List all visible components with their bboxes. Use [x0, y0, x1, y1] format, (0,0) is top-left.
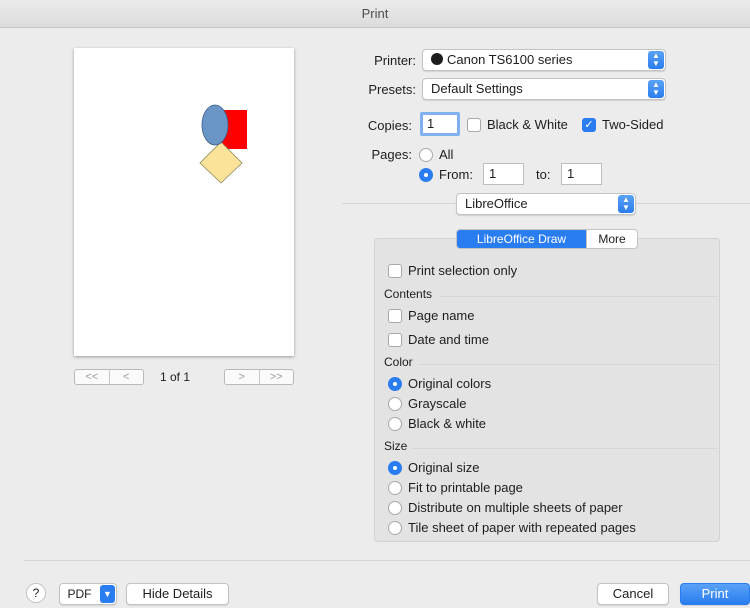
pager-back-group[interactable]: << < — [74, 369, 144, 385]
color-option-black-white[interactable]: Black & white — [388, 416, 486, 431]
pdf-menu-button[interactable]: PDF ▼ — [59, 583, 117, 605]
blue-ellipse-shape — [201, 104, 229, 146]
color-option-original[interactable]: Original colors — [388, 376, 491, 391]
pdf-button-label: PDF — [67, 587, 92, 601]
presets-popup[interactable]: Default Settings ▲ ▼ — [422, 78, 666, 100]
color-grayscale-radio[interactable] — [388, 396, 402, 411]
black-white-label: Black & White — [487, 117, 568, 132]
cancel-button[interactable]: Cancel — [597, 583, 669, 605]
contents-divider — [440, 296, 718, 297]
size-tile-label: Tile sheet of paper with repeated pages — [408, 520, 636, 535]
presets-value: Default Settings — [431, 81, 523, 96]
first-page-button[interactable]: << — [75, 370, 109, 384]
print-button[interactable]: Print — [680, 583, 750, 605]
pager-forward-group[interactable]: > >> — [224, 369, 294, 385]
pages-to-label: to: — [536, 167, 551, 182]
pages-label: Pages: — [371, 147, 412, 162]
size-header: Size — [384, 439, 408, 453]
size-distribute-radio[interactable] — [388, 500, 402, 515]
two-sided-checkbox[interactable]: ✓ — [582, 117, 596, 132]
pages-all-label: All — [439, 147, 454, 162]
size-option-original[interactable]: Original size — [388, 460, 480, 475]
app-options-popup[interactable]: LibreOffice ▲ ▼ — [456, 193, 636, 215]
copies-input[interactable]: 1 — [420, 112, 460, 136]
color-header: Color — [384, 355, 413, 369]
color-original-label: Original colors — [408, 376, 492, 391]
size-fit-label: Fit to printable page — [408, 480, 523, 495]
printer-label: Printer: — [374, 53, 416, 68]
size-tile-radio[interactable] — [388, 520, 402, 535]
next-page-button[interactable]: > — [225, 370, 259, 384]
size-fit-radio[interactable] — [388, 480, 402, 495]
black-white-checkbox-row[interactable]: Black & White — [467, 117, 568, 132]
color-black-white-label: Black & white — [408, 416, 487, 431]
app-options-value: LibreOffice — [465, 196, 528, 211]
presets-label: Presets: — [368, 82, 416, 97]
pages-all-radio-row[interactable]: All — [419, 147, 453, 162]
print-selection-only-label: Print selection only — [408, 263, 518, 278]
size-option-tile[interactable]: Tile sheet of paper with repeated pages — [388, 520, 636, 535]
size-distribute-label: Distribute on multiple sheets of paper — [408, 500, 623, 515]
print-preview-page — [74, 48, 294, 356]
chevron-down-icon: ▼ — [100, 585, 115, 603]
printer-popup[interactable]: Canon TS6100 series ▲ ▼ — [422, 49, 666, 71]
last-page-button[interactable]: >> — [258, 370, 294, 384]
hide-details-button[interactable]: Hide Details — [126, 583, 229, 605]
size-option-distribute[interactable]: Distribute on multiple sheets of paper — [388, 500, 623, 515]
size-divider — [412, 448, 718, 449]
pages-from-label: From: — [439, 167, 473, 182]
printer-status-icon — [431, 53, 443, 65]
chevron-updown-icon: ▲ ▼ — [648, 51, 664, 69]
tab-more[interactable]: More — [586, 230, 637, 248]
two-sided-checkbox-row[interactable]: ✓ Two-Sided — [582, 117, 663, 132]
print-selection-only-row[interactable]: Print selection only — [388, 263, 517, 278]
date-time-label: Date and time — [408, 332, 489, 347]
copies-label: Copies: — [367, 118, 412, 133]
chevron-updown-icon: ▲ ▼ — [618, 195, 634, 213]
window-title: Print — [0, 0, 750, 28]
pages-all-radio[interactable] — [419, 147, 433, 162]
pages-from-input[interactable]: 1 — [483, 163, 524, 185]
color-black-white-radio[interactable] — [388, 416, 402, 431]
page-name-checkbox[interactable] — [388, 308, 402, 323]
page-name-label: Page name — [408, 308, 475, 323]
size-original-radio[interactable] — [388, 460, 402, 475]
date-time-checkbox[interactable] — [388, 332, 402, 347]
page-indicator: 1 of 1 — [160, 370, 191, 384]
help-button[interactable]: ? — [26, 583, 46, 603]
preview-drawing — [199, 104, 247, 184]
color-original-radio[interactable] — [388, 376, 402, 391]
chevron-updown-icon: ▲ ▼ — [648, 80, 664, 98]
pages-to-input[interactable]: 1 — [561, 163, 602, 185]
contents-header: Contents — [384, 287, 433, 301]
pages-from-radio-row[interactable]: From: — [419, 167, 473, 182]
size-original-label: Original size — [408, 460, 480, 475]
print-selection-only-checkbox[interactable] — [388, 263, 402, 278]
color-grayscale-label: Grayscale — [408, 396, 467, 411]
color-option-grayscale[interactable]: Grayscale — [388, 396, 467, 411]
color-divider — [420, 364, 718, 365]
footer-divider — [24, 560, 750, 561]
prev-page-button[interactable]: < — [108, 370, 144, 384]
two-sided-label: Two-Sided — [602, 117, 664, 132]
pages-from-radio[interactable] — [419, 167, 433, 182]
date-time-row[interactable]: Date and time — [388, 332, 489, 347]
tab-bar: LibreOffice Draw More — [456, 229, 638, 249]
size-option-fit[interactable]: Fit to printable page — [388, 480, 523, 495]
black-white-checkbox[interactable] — [467, 117, 481, 132]
page-name-row[interactable]: Page name — [388, 308, 475, 323]
printer-value: Canon TS6100 series — [447, 52, 573, 67]
tab-libreoffice-draw[interactable]: LibreOffice Draw — [457, 230, 586, 248]
